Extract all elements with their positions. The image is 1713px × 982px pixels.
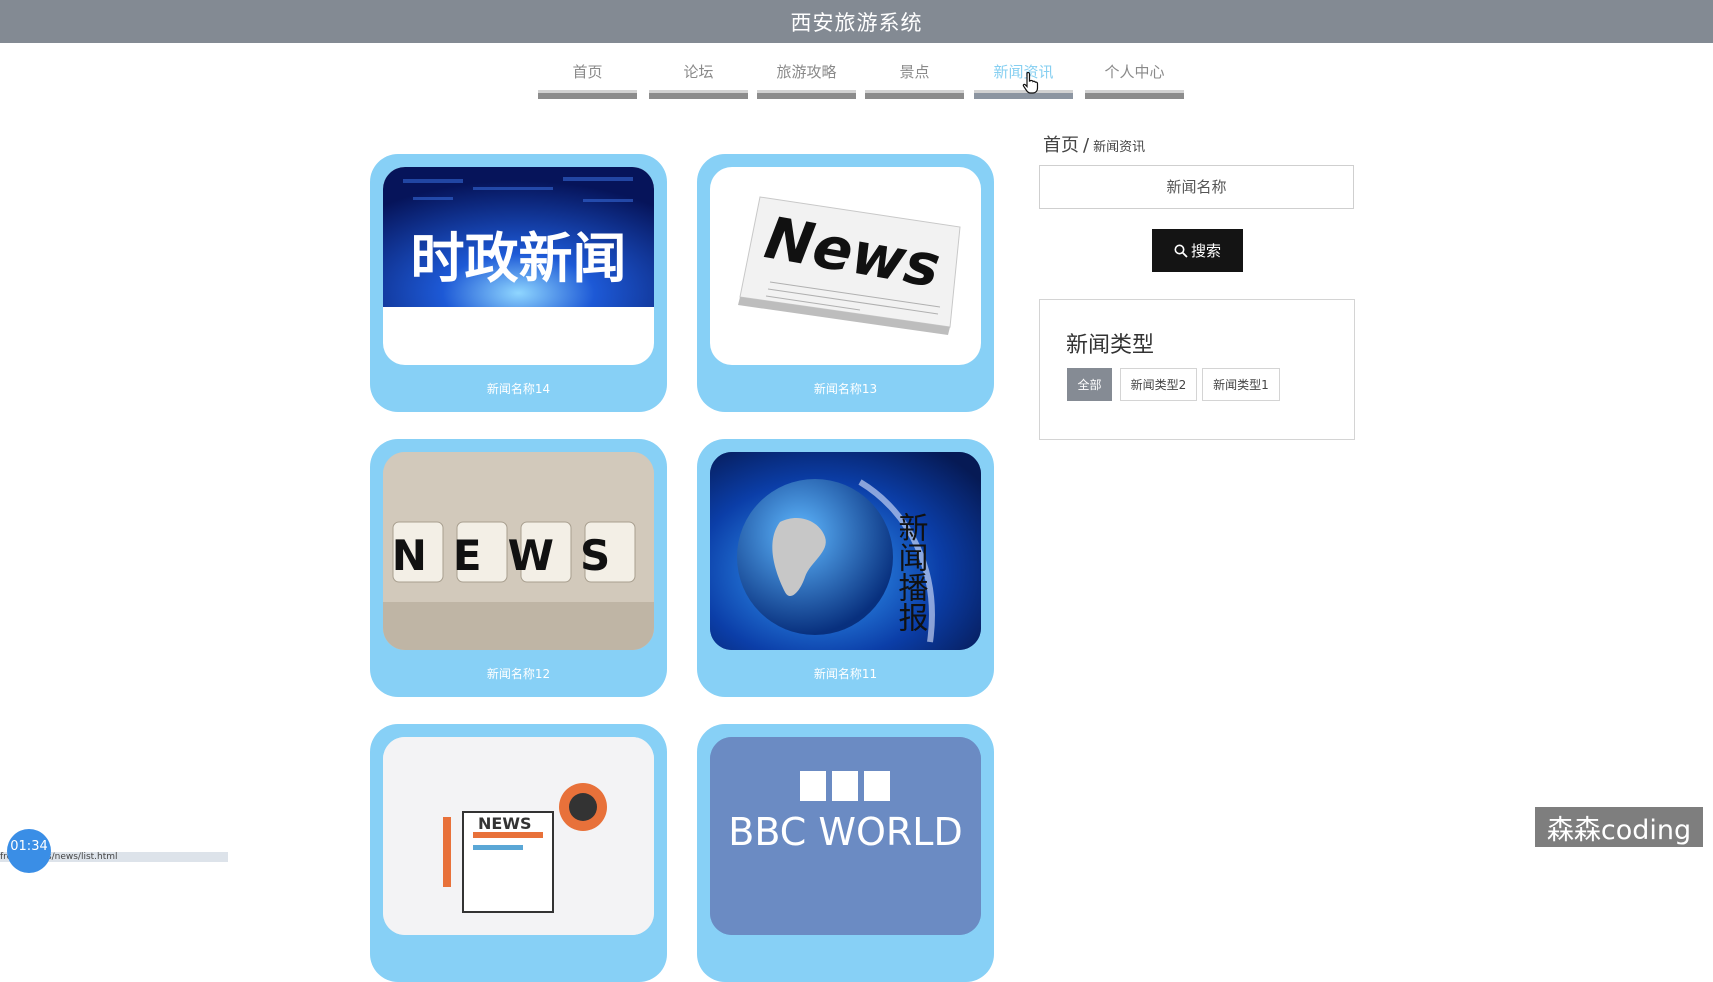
type-tag-all[interactable]: 全部: [1067, 368, 1112, 401]
nav-item-home[interactable]: 首页: [538, 61, 637, 99]
breadcrumb-current: 新闻资讯: [1093, 140, 1146, 155]
search-button-label: 搜索: [1190, 243, 1221, 260]
news-card[interactable]: NEWS: [370, 724, 667, 982]
news-thumbnail: News: [710, 167, 981, 365]
thumbnail-text: 时政新闻: [411, 227, 627, 290]
news-thumbnail: BBC WORLD: [710, 737, 981, 935]
nav-item-label: 首页: [572, 63, 603, 81]
watermark: 森森coding: [1535, 807, 1703, 847]
nav-item-label: 旅游攻略: [776, 63, 837, 81]
news-card[interactable]: BBC WORLD: [697, 724, 994, 982]
news-card-title: 新闻名称13: [813, 382, 878, 396]
news-card-title: 新闻名称12: [486, 667, 551, 681]
thumbnail-text: NEWS: [478, 814, 532, 833]
thumbnail-text: NEWS: [392, 531, 636, 580]
recording-timer: 01:34: [7, 829, 51, 873]
news-thumbnail: 时政新闻: [383, 167, 654, 365]
nav-item-forum[interactable]: 论坛: [649, 61, 748, 99]
thumbnail-text: BBC WORLD: [728, 810, 962, 854]
nav-item-label: 景点: [899, 63, 930, 81]
search-icon: [1174, 244, 1188, 258]
breadcrumb-home[interactable]: 首页: [1043, 135, 1079, 156]
breadcrumb: 首页 / 新闻资讯: [1043, 131, 1145, 157]
news-card[interactable]: 新闻播报 新闻名称11: [697, 439, 994, 697]
news-thumbnail: 新闻播报: [710, 452, 981, 650]
news-card[interactable]: NEWS 新闻名称12: [370, 439, 667, 697]
news-type-panel: 新闻类型 全部 新闻类型2 新闻类型1: [1039, 299, 1355, 440]
type-tag-label: 新闻类型1: [1213, 378, 1269, 392]
news-thumbnail: NEWS: [383, 737, 654, 935]
type-tag-1[interactable]: 新闻类型1: [1202, 368, 1280, 401]
thumbnail-text: 新闻播报: [893, 512, 929, 632]
news-card[interactable]: News 新闻名称13: [697, 154, 994, 412]
news-thumbnail: NEWS: [383, 452, 654, 650]
main-nav: 首页 论坛 旅游攻略 景点 新闻资讯 个人中心: [0, 61, 1713, 101]
nav-item-underline: [649, 90, 748, 99]
nav-item-underline: [757, 90, 856, 99]
nav-item-underline: [538, 90, 637, 99]
nav-item-travel-guide[interactable]: 旅游攻略: [757, 61, 856, 99]
breadcrumb-separator: /: [1083, 135, 1090, 156]
type-tag-2[interactable]: 新闻类型2: [1120, 368, 1197, 401]
nav-item-label: 论坛: [683, 63, 714, 81]
news-card-title: 新闻名称14: [486, 382, 551, 396]
news-type-title: 新闻类型: [1066, 333, 1155, 358]
type-tag-label: 新闻类型2: [1130, 378, 1187, 392]
nav-item-underline: [1085, 90, 1184, 99]
nav-item-attractions[interactable]: 景点: [865, 61, 964, 99]
search-button[interactable]: 搜索: [1152, 229, 1243, 272]
type-tag-label: 全部: [1077, 378, 1102, 392]
site-header: 西安旅游系统: [0, 0, 1713, 43]
news-name-search-input[interactable]: [1039, 165, 1354, 209]
news-card[interactable]: 时政新闻 新闻名称14: [370, 154, 667, 412]
nav-item-label: 个人中心: [1104, 63, 1165, 81]
nav-item-underline: [865, 90, 964, 99]
site-title: 西安旅游系统: [790, 10, 923, 35]
news-card-title: 新闻名称11: [813, 667, 878, 681]
nav-item-personal-center[interactable]: 个人中心: [1085, 61, 1184, 99]
hand-cursor-icon: [1022, 72, 1039, 94]
